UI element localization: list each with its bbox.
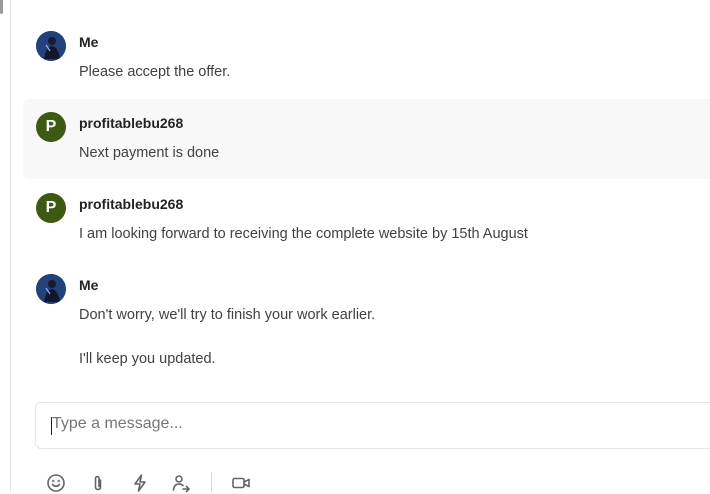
video-icon[interactable]: [230, 472, 252, 494]
message-sender: Me: [79, 277, 99, 293]
message-input[interactable]: Type a message...: [52, 415, 183, 433]
message-sender: Me: [79, 34, 99, 50]
user-photo-icon[interactable]: [36, 31, 66, 61]
message-text: I'll keep you updated.: [79, 351, 216, 367]
message-sender: profitablebu268: [79, 196, 184, 212]
message-text: Next payment is done: [79, 145, 220, 161]
user-share-icon[interactable]: [170, 472, 192, 494]
composer-toolbar: [45, 472, 265, 494]
message-item: P profitablebu268 I am looking forward t…: [23, 180, 710, 260]
emoji-icon[interactable]: [45, 472, 67, 494]
message-text: Please accept the offer.: [79, 64, 231, 80]
attachment-icon[interactable]: [87, 472, 109, 494]
message-item: Me Don't worry, we'll try to finish your…: [23, 261, 710, 381]
message-item: Me Please accept the offer.: [23, 18, 710, 98]
message-text: I am looking forward to receiving the co…: [79, 226, 528, 242]
message-composer[interactable]: Type a message...: [35, 402, 710, 449]
message-sender: profitablebu268: [79, 115, 184, 131]
divider: [10, 0, 11, 492]
divider: [211, 472, 212, 492]
lightning-icon[interactable]: [129, 472, 151, 494]
user-photo-icon[interactable]: [36, 274, 66, 304]
avatar[interactable]: P: [36, 193, 66, 223]
avatar[interactable]: P: [36, 112, 66, 142]
message-item: P profitablebu268 Next payment is done: [23, 99, 710, 179]
message-text: Don't worry, we'll try to finish your wo…: [79, 307, 376, 323]
scrollbar-thumb[interactable]: [0, 0, 3, 14]
